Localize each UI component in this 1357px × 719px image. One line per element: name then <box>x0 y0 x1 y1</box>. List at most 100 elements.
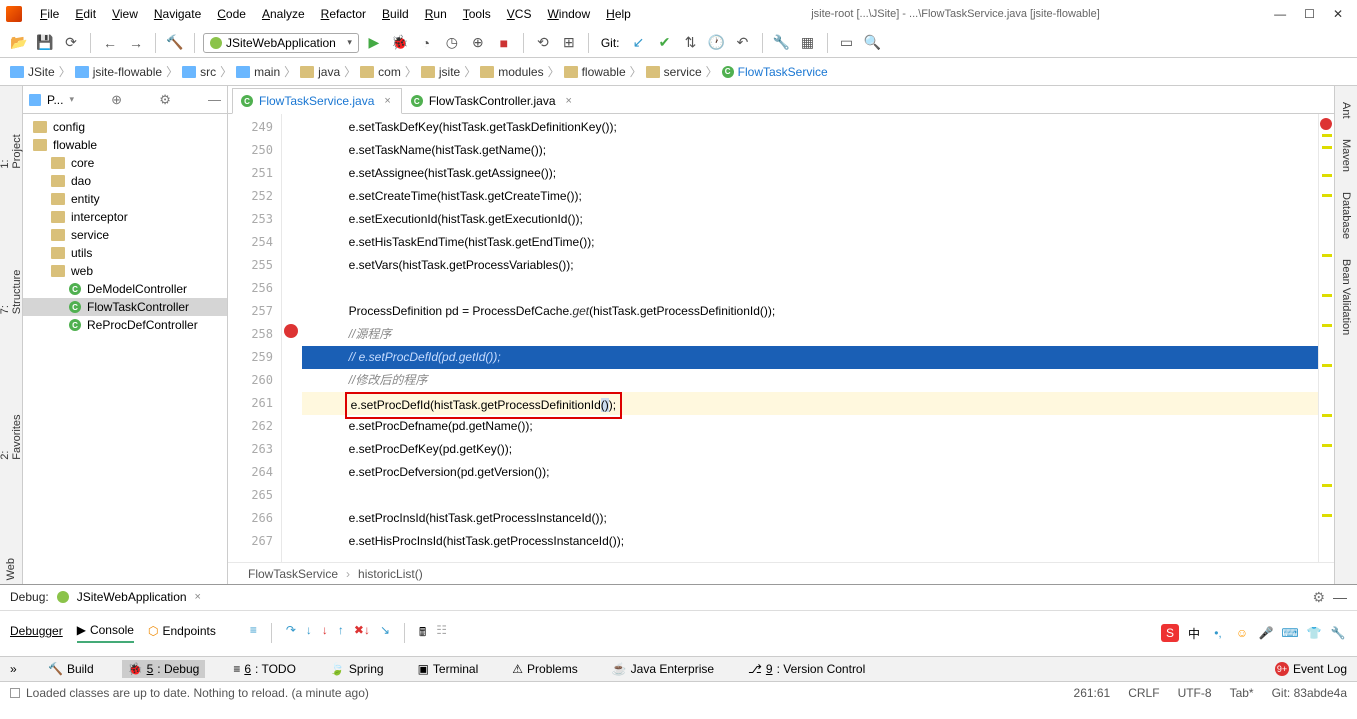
search-icon[interactable]: 🔍 <box>862 32 884 54</box>
breadcrumb-item[interactable]: flowable <box>564 65 626 79</box>
profile-icon[interactable]: ◷ <box>441 32 463 54</box>
status-checkbox[interactable] <box>10 688 20 698</box>
maximize-button[interactable]: ☐ <box>1304 7 1315 21</box>
editor-tab[interactable]: CFlowTaskService.java× <box>232 88 402 114</box>
error-indicator-icon[interactable] <box>1320 118 1332 130</box>
git-commit-icon[interactable]: ✔ <box>654 32 676 54</box>
save-icon[interactable]: 💾 <box>34 32 56 54</box>
tree-item[interactable]: CDeModelController <box>23 280 227 298</box>
debugger-tab[interactable]: Debugger <box>10 624 63 642</box>
git-history-icon[interactable]: 🕐 <box>706 32 728 54</box>
tasks-icon[interactable]: ▭ <box>836 32 858 54</box>
git-branch[interactable]: Git: 83abde4a <box>1272 686 1347 700</box>
ime-keyboard-icon[interactable]: ⌨ <box>1281 624 1299 642</box>
coverage-icon[interactable]: ◔ <box>415 32 437 54</box>
menu-file[interactable]: File <box>34 5 65 23</box>
update-icon[interactable]: ⟲ <box>532 32 554 54</box>
breadcrumb-item[interactable]: java <box>300 65 340 79</box>
menu-tools[interactable]: Tools <box>457 5 497 23</box>
debug-settings-icon[interactable]: ⚙ <box>1312 589 1325 606</box>
collapse-icon[interactable]: ⊕ <box>111 92 122 108</box>
tool-tab[interactable]: Maven <box>1338 133 1354 178</box>
line-separator[interactable]: CRLF <box>1128 686 1159 700</box>
evaluate-icon[interactable]: 🖩 <box>419 623 426 644</box>
settings-icon[interactable]: 🔧 <box>771 32 793 54</box>
run-icon[interactable]: ▶ <box>363 32 385 54</box>
run-to-cursor-icon[interactable]: ↘ <box>380 623 390 644</box>
ime-emoji-icon[interactable]: ☺ <box>1233 624 1251 642</box>
breadcrumb-item[interactable]: src <box>182 65 216 79</box>
attach-icon[interactable]: ⊕ <box>467 32 489 54</box>
menu-run[interactable]: Run <box>419 5 453 23</box>
marker-strip[interactable] <box>1318 114 1334 562</box>
breadcrumb-item[interactable]: jsite-flowable <box>75 65 162 79</box>
caret-position[interactable]: 261:61 <box>1074 686 1111 700</box>
tree-item[interactable]: web <box>23 262 227 280</box>
ime-voice-icon[interactable]: 🎤 <box>1257 624 1275 642</box>
bottom-tab[interactable]: ⚠ Problems <box>506 660 583 678</box>
git-update-icon[interactable]: ↙ <box>628 32 650 54</box>
indent-setting[interactable]: Tab* <box>1230 686 1254 700</box>
menu-navigate[interactable]: Navigate <box>148 5 207 23</box>
tool-tab[interactable]: 2: Favorites <box>0 408 25 464</box>
project-tree[interactable]: configflowablecoredaoentityinterceptorse… <box>23 114 227 584</box>
menu-window[interactable]: Window <box>541 5 596 23</box>
endpoints-tab[interactable]: ⬡ Endpoints <box>148 624 216 642</box>
tree-item[interactable]: entity <box>23 190 227 208</box>
breadcrumb-item[interactable]: service <box>646 65 702 79</box>
menu-view[interactable]: View <box>106 5 144 23</box>
git-revert-icon[interactable]: ↶ <box>732 32 754 54</box>
bottom-tab[interactable]: 🐞 5: Debug <box>122 660 206 678</box>
tree-item[interactable]: flowable <box>23 136 227 154</box>
menu-build[interactable]: Build <box>376 5 415 23</box>
file-encoding[interactable]: UTF-8 <box>1178 686 1212 700</box>
step-over-icon[interactable]: ↷ <box>286 623 296 644</box>
structure-icon[interactable]: ▦ <box>797 32 819 54</box>
ime-punct-icon[interactable]: •, <box>1209 624 1227 642</box>
bottom-tab[interactable]: ▣ Terminal <box>412 660 485 678</box>
error-marker-icon[interactable] <box>284 324 298 338</box>
menu-refactor[interactable]: Refactor <box>315 5 372 23</box>
tool-tab[interactable]: 7: Structure <box>0 263 25 318</box>
menu-code[interactable]: Code <box>211 5 252 23</box>
breadcrumb-item[interactable]: JSite <box>10 65 55 79</box>
tree-item[interactable]: interceptor <box>23 208 227 226</box>
git-compare-icon[interactable]: ⇅ <box>680 32 702 54</box>
tree-item[interactable]: dao <box>23 172 227 190</box>
tree-item[interactable]: config <box>23 118 227 136</box>
bottom-tab[interactable]: 🍃 Spring <box>324 660 390 678</box>
tree-item[interactable]: CFlowTaskController <box>23 298 227 316</box>
trace-icon[interactable]: ☷ <box>436 623 447 644</box>
ime-skin-icon[interactable]: 👕 <box>1305 624 1323 642</box>
expand-icon[interactable]: » <box>10 662 20 676</box>
bottom-tab[interactable]: 🔨 Build <box>42 660 100 678</box>
bottom-tab[interactable]: ⎇ 9: Version Control <box>742 660 871 678</box>
tree-item[interactable]: service <box>23 226 227 244</box>
ime-tool-icon[interactable]: 🔧 <box>1329 624 1347 642</box>
build-icon[interactable]: 🔨 <box>164 32 186 54</box>
code-editor[interactable]: e.setTaskDefKey(histTask.getTaskDefiniti… <box>302 114 1318 562</box>
force-step-icon[interactable]: ↓ <box>322 623 328 644</box>
run-config-selector[interactable]: JSiteWebApplication <box>203 33 359 53</box>
menu-analyze[interactable]: Analyze <box>256 5 311 23</box>
ime-cn-icon[interactable]: 中 <box>1185 624 1203 642</box>
open-icon[interactable]: 📂 <box>8 32 30 54</box>
sogou-icon[interactable]: S <box>1161 624 1179 642</box>
tool-tab[interactable]: Web <box>3 554 19 584</box>
step-out-icon[interactable]: ↑ <box>338 623 344 644</box>
breadcrumb-item[interactable]: CFlowTaskService <box>722 65 828 79</box>
close-button[interactable]: ✕ <box>1333 7 1343 21</box>
drop-frame-icon[interactable]: ✖↓ <box>354 623 370 644</box>
editor-tab[interactable]: CFlowTaskController.java× <box>402 88 583 113</box>
breadcrumb-item[interactable]: modules <box>480 65 543 79</box>
breadcrumb-item[interactable]: com <box>360 65 401 79</box>
bottom-tab[interactable]: ☕ Java Enterprise <box>606 660 720 678</box>
tool-tab[interactable]: Ant <box>1338 96 1354 125</box>
refresh-icon[interactable]: ⟳ <box>60 32 82 54</box>
console-tab[interactable]: ▶ Console <box>77 623 134 643</box>
menu-vcs[interactable]: VCS <box>501 5 538 23</box>
hide-icon[interactable]: — <box>208 92 221 107</box>
stop-icon[interactable]: ■ <box>493 32 515 54</box>
layout-icon[interactable]: ≡ <box>250 623 257 644</box>
forward-icon[interactable]: → <box>125 32 147 54</box>
